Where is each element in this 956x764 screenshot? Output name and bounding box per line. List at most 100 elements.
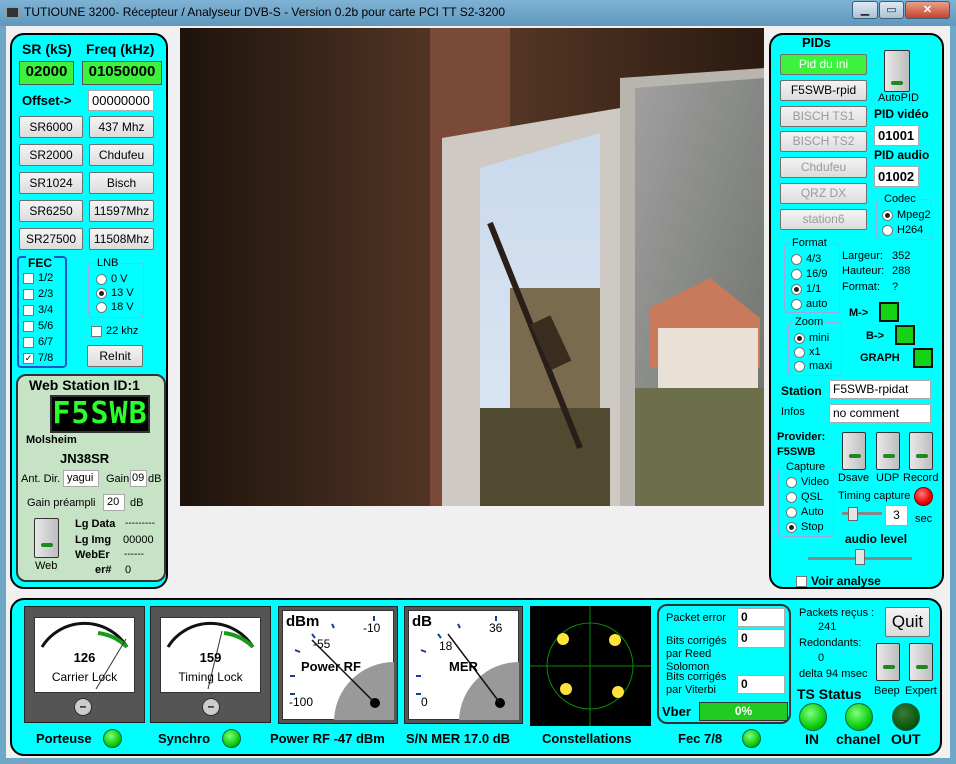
sec-label: sec bbox=[915, 513, 933, 525]
radio-dot bbox=[882, 224, 893, 236]
format-title: Format bbox=[790, 237, 829, 249]
minimize-button[interactable]: ▁ bbox=[852, 1, 878, 19]
web-toggle[interactable] bbox=[34, 518, 59, 558]
packets-value: 241 bbox=[818, 621, 837, 633]
fec-checkbox[interactable]: 2/3 bbox=[23, 288, 53, 300]
packets-label: Packets reçus : bbox=[799, 607, 875, 619]
freq-value[interactable]: 01050000 bbox=[82, 61, 162, 85]
freq-preset-button[interactable]: Bisch bbox=[89, 172, 154, 194]
video-padding bbox=[180, 506, 764, 594]
fec-checkbox[interactable]: 5/6 bbox=[23, 320, 53, 332]
sr-preset-button[interactable]: SR1024 bbox=[19, 172, 83, 194]
sr-value[interactable]: 02000 bbox=[19, 61, 74, 85]
largeur-label: Largeur: bbox=[842, 250, 883, 262]
pid-video-input[interactable]: 01001 bbox=[874, 125, 919, 146]
capture-radio[interactable]: Auto bbox=[786, 506, 824, 518]
fec-checkbox[interactable]: ✓ 7/8 bbox=[23, 352, 53, 364]
capture-radio[interactable]: Video bbox=[786, 476, 829, 488]
reinit-button[interactable]: ReInit bbox=[87, 345, 143, 367]
dsave-label: Dsave bbox=[838, 472, 870, 484]
pid-preset-button[interactable]: Chdufeu bbox=[780, 157, 867, 179]
title-bar: TUTIOUNE 3200- Récepteur / Analyseur DVB… bbox=[0, 0, 956, 26]
maximize-button[interactable]: ▭ bbox=[879, 1, 904, 19]
lnb-radio[interactable]: 0 V bbox=[96, 273, 128, 285]
pid-preset-button[interactable]: Pid du ini bbox=[780, 54, 867, 75]
udp-toggle[interactable] bbox=[876, 432, 900, 470]
audio-level-thumb[interactable] bbox=[855, 549, 865, 565]
largeur-value: 352 bbox=[892, 250, 911, 262]
pid-preset-button[interactable]: QRZ DX bbox=[780, 183, 867, 204]
zoom-radio[interactable]: x1 bbox=[794, 346, 821, 358]
window-title: TUTIOUNE 3200- Récepteur / Analyseur DVB… bbox=[24, 5, 506, 19]
expert-toggle[interactable] bbox=[909, 643, 933, 681]
quit-button[interactable]: Quit bbox=[885, 607, 930, 637]
zoom-title: Zoom bbox=[793, 316, 826, 328]
fec-checkbox[interactable]: 3/4 bbox=[23, 304, 53, 316]
sr-preset-button[interactable]: SR27500 bbox=[19, 228, 83, 250]
sr-preset-button[interactable]: SR6000 bbox=[19, 116, 83, 138]
option-label: auto bbox=[806, 298, 828, 310]
radio-dot bbox=[786, 476, 797, 488]
khz-checkbox[interactable]: 22 khz bbox=[91, 325, 138, 337]
codec-radio[interactable]: Mpeg2 bbox=[882, 209, 931, 221]
freq-preset-button[interactable]: 11597Mhz bbox=[89, 200, 154, 222]
preamp-input[interactable]: 20 bbox=[103, 494, 125, 511]
format-radio[interactable]: auto bbox=[791, 298, 827, 310]
close-button[interactable]: ✕ bbox=[905, 1, 950, 19]
capture-radio[interactable]: QSL bbox=[786, 491, 823, 503]
carrier-adjust-knob[interactable]: – bbox=[74, 698, 92, 716]
app-icon bbox=[6, 7, 19, 18]
option-label: Auto bbox=[801, 506, 824, 518]
pid-preset-button[interactable]: BISCH TS2 bbox=[780, 131, 867, 153]
zoom-radio[interactable]: mini bbox=[794, 332, 829, 344]
sr-preset-button[interactable]: SR2000 bbox=[19, 144, 83, 166]
carrier-value: 126 bbox=[73, 650, 96, 665]
option-label: 4/3 bbox=[806, 253, 822, 265]
sr-preset-button[interactable]: SR6250 bbox=[19, 200, 83, 222]
timing-input[interactable]: 3 bbox=[885, 505, 908, 526]
mer-tick-mid: 18 bbox=[439, 639, 453, 653]
lnb-radio[interactable]: 13 V bbox=[96, 287, 134, 299]
beep-toggle[interactable] bbox=[876, 643, 900, 681]
autopid-toggle[interactable] bbox=[884, 50, 910, 92]
timing-slider-thumb[interactable] bbox=[848, 507, 858, 521]
pid-preset-button[interactable]: BISCH TS1 bbox=[780, 105, 867, 127]
fec-checkbox[interactable]: 6/7 bbox=[23, 336, 53, 348]
radio-dot bbox=[794, 360, 805, 372]
pid-audio-input[interactable]: 01002 bbox=[874, 166, 919, 187]
porteuse-led bbox=[103, 729, 122, 748]
redondants-value: 0 bbox=[818, 652, 825, 664]
record-toggle[interactable] bbox=[909, 432, 933, 470]
pid-preset-button[interactable]: F5SWB-rpid bbox=[780, 79, 867, 101]
option-label: Mpeg2 bbox=[897, 209, 931, 221]
fec-status: Fec 7/8 bbox=[678, 731, 723, 746]
voir-analyse-label: Voir analyse bbox=[811, 574, 881, 588]
station-input[interactable]: F5SWB-rpidat bbox=[829, 380, 931, 399]
codec-radio[interactable]: H264 bbox=[882, 224, 923, 236]
lnb-radio[interactable]: 18 V bbox=[96, 301, 134, 313]
ant-dir-label: Ant. Dir. bbox=[21, 473, 61, 485]
pid-audio-label: PID audio bbox=[874, 148, 930, 162]
timing-adjust-knob[interactable]: – bbox=[202, 698, 220, 716]
zoom-radio[interactable]: maxi bbox=[794, 360, 832, 372]
offset-input[interactable]: 00000000 bbox=[88, 90, 154, 111]
capture-radio[interactable]: Stop bbox=[786, 521, 824, 533]
gain-input[interactable]: 09 bbox=[130, 470, 147, 487]
format-radio[interactable]: 4/3 bbox=[791, 253, 821, 265]
radio-dot bbox=[794, 332, 805, 344]
infos-input[interactable]: no comment bbox=[829, 404, 931, 423]
delta-label: delta 94 msec bbox=[799, 668, 868, 680]
freq-preset-button[interactable]: Chdufeu bbox=[89, 144, 154, 166]
dsave-toggle[interactable] bbox=[842, 432, 866, 470]
freq-preset-button[interactable]: 11508Mhz bbox=[89, 228, 154, 250]
ant-dir-input[interactable]: yagui bbox=[63, 470, 99, 487]
format-radio[interactable]: 1/1 bbox=[791, 283, 821, 295]
rs-label: Bits corrigés par Reed Solomon bbox=[666, 635, 727, 673]
freq-preset-button[interactable]: 437 Mhz bbox=[89, 116, 154, 138]
pid-preset-button[interactable]: station6 bbox=[780, 208, 867, 230]
fec-checkbox[interactable]: 1/2 bbox=[23, 272, 53, 284]
option-label: 5/6 bbox=[38, 320, 54, 332]
format-radio[interactable]: 16/9 bbox=[791, 268, 827, 280]
voir-analyse-checkbox[interactable]: Voir analyse bbox=[796, 574, 881, 588]
graph-indicator bbox=[913, 348, 933, 368]
